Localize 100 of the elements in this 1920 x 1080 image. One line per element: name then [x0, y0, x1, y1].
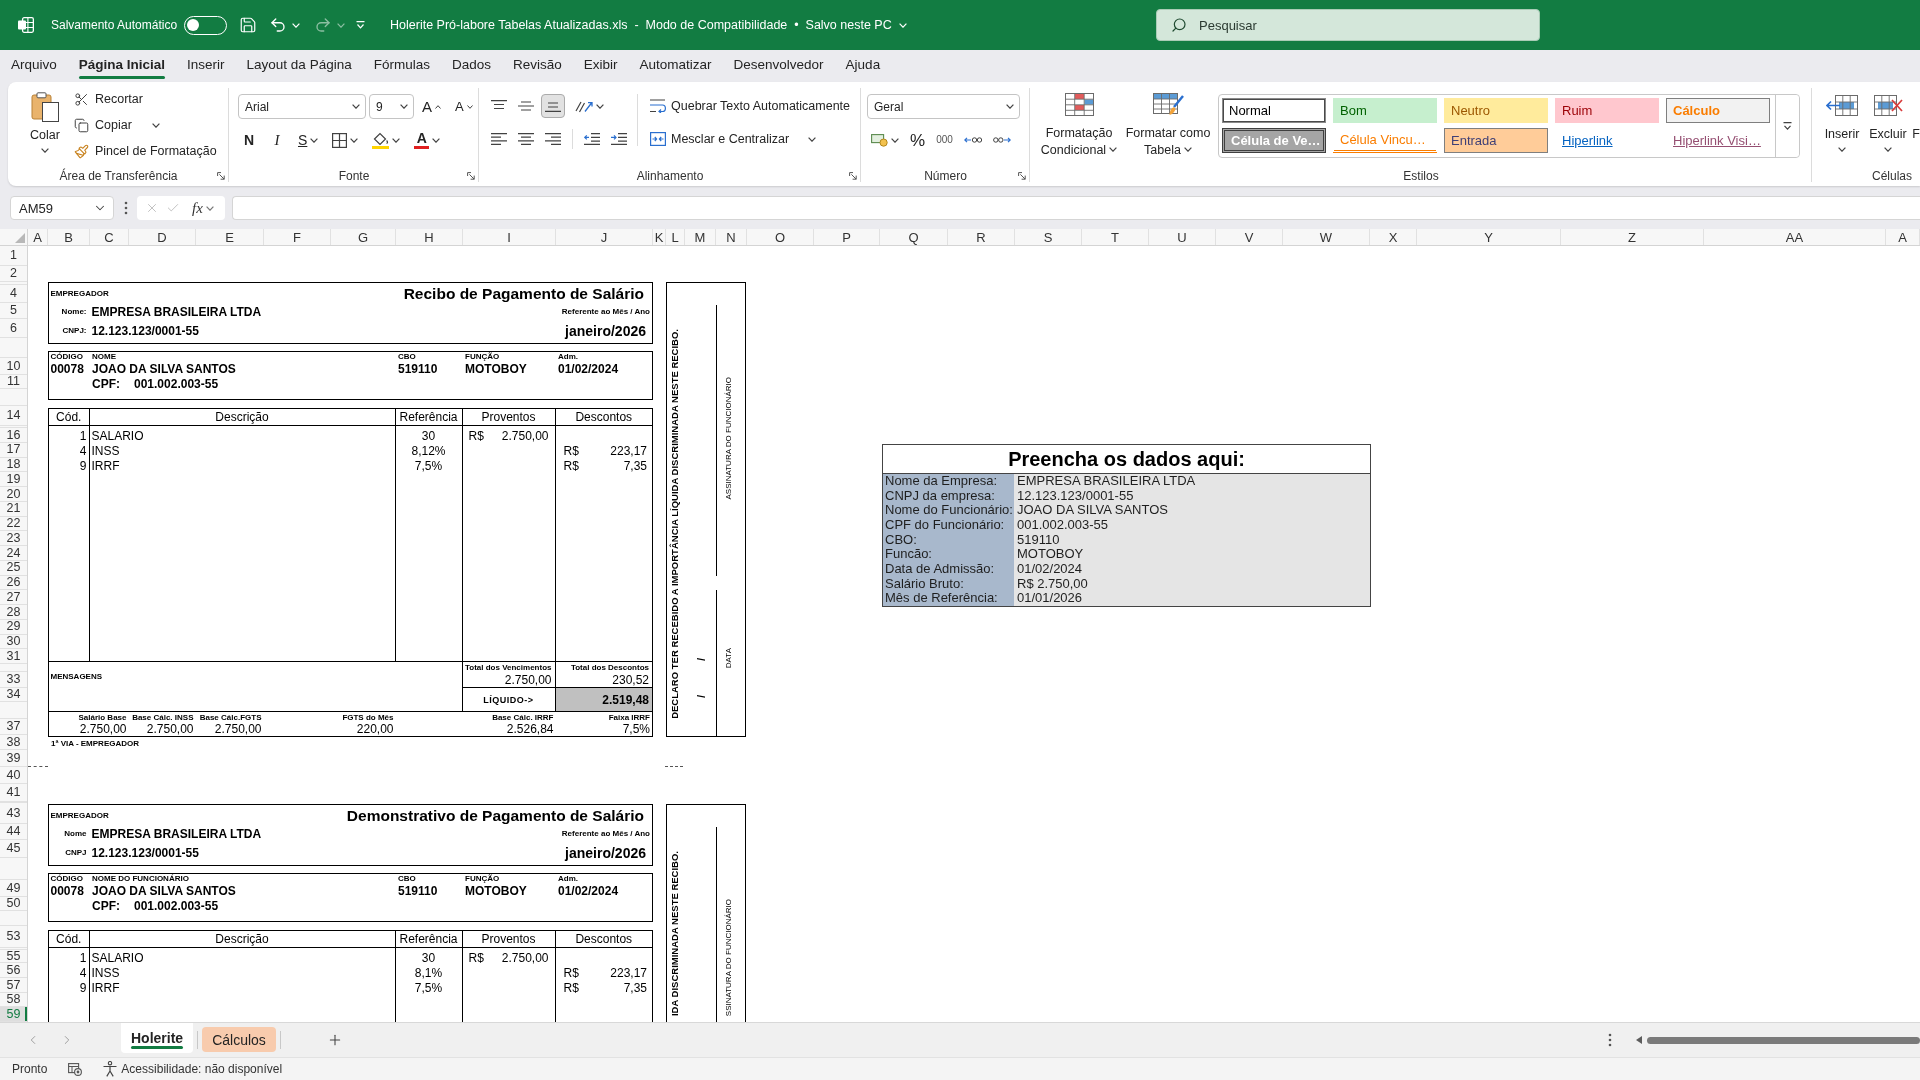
- menu-tab[interactable]: Página Inicial: [67, 50, 177, 81]
- column-header[interactable]: A: [1886, 229, 1920, 245]
- sheet-tab[interactable]: Holerite: [121, 1023, 194, 1053]
- row-header[interactable]: 49: [0, 880, 27, 897]
- bold-button[interactable]: N: [238, 128, 260, 152]
- menu-tab[interactable]: Fórmulas: [362, 50, 441, 81]
- menu-tab[interactable]: Ajuda: [834, 50, 892, 81]
- row-header[interactable]: 22: [0, 516, 27, 532]
- insert-function-button[interactable]: fx: [192, 199, 214, 217]
- menu-tab[interactable]: Inserir: [176, 50, 236, 81]
- row-header[interactable]: 56: [0, 963, 27, 978]
- menu-tab[interactable]: Dados: [440, 50, 502, 81]
- row-header[interactable]: 11: [0, 375, 27, 389]
- row-header[interactable]: 29: [0, 619, 27, 635]
- column-header[interactable]: L: [666, 229, 685, 245]
- conditional-formatting-button[interactable]: Formatação Condicional: [1040, 82, 1118, 158]
- sheet-tab[interactable]: Cálculos: [202, 1027, 276, 1052]
- vertical-align-button[interactable]: [541, 94, 565, 118]
- search-field[interactable]: Pesquisar: [1156, 9, 1540, 41]
- row-header[interactable]: 16: [0, 428, 27, 443]
- row-header[interactable]: 28: [0, 605, 27, 620]
- column-header[interactable]: U: [1149, 229, 1216, 245]
- save-icon[interactable]: [239, 16, 258, 34]
- percent-button[interactable]: %: [906, 128, 930, 152]
- cell-style-option[interactable]: Bom: [1333, 98, 1437, 123]
- wrap-text-button[interactable]: Quebrar Texto Automaticamente: [647, 94, 854, 118]
- underline-button[interactable]: S: [294, 128, 323, 152]
- format-painter-button[interactable]: Pincel de Formatação: [70, 138, 221, 164]
- row-header[interactable]: 34: [0, 688, 27, 702]
- row-header[interactable]: 45: [0, 840, 27, 858]
- row-header[interactable]: 1: [0, 246, 27, 266]
- dialog-launcher-icon[interactable]: [467, 172, 475, 180]
- menu-tab[interactable]: Desenvolvedor: [722, 50, 835, 81]
- cell-style-option[interactable]: Neutro: [1444, 98, 1548, 123]
- row-header[interactable]: 41: [0, 784, 27, 802]
- row-header[interactable]: 57: [0, 978, 27, 993]
- column-header[interactable]: O: [747, 229, 814, 245]
- name-box[interactable]: AM59: [10, 196, 114, 220]
- column-header[interactable]: B: [48, 229, 90, 245]
- row-header[interactable]: 40: [0, 767, 27, 784]
- row-header[interactable]: 44: [0, 824, 27, 840]
- row-header[interactable]: 55: [0, 950, 27, 963]
- row-header[interactable]: 23: [0, 531, 27, 546]
- dialog-launcher-icon[interactable]: [849, 172, 857, 180]
- row-header[interactable]: 43: [0, 803, 27, 824]
- column-header[interactable]: X: [1370, 229, 1417, 245]
- paste-button[interactable]: Colar: [24, 82, 66, 158]
- cut-button[interactable]: Recortar: [70, 86, 221, 112]
- row-header[interactable]: 53: [0, 926, 27, 948]
- column-header[interactable]: S: [1015, 229, 1082, 245]
- format-as-table-button[interactable]: Formatar como Tabela: [1125, 82, 1211, 158]
- column-header[interactable]: G: [331, 229, 396, 245]
- dialog-launcher-icon[interactable]: [1018, 172, 1026, 180]
- row-header[interactable]: 50: [0, 897, 27, 911]
- column-header[interactable]: M: [685, 229, 716, 245]
- row-header[interactable]: 2: [0, 266, 27, 282]
- grow-font-button[interactable]: A: [418, 94, 445, 119]
- row-header[interactable]: 31: [0, 649, 27, 664]
- thousands-separator-button[interactable]: 000: [932, 128, 957, 152]
- row-header[interactable]: 5: [0, 303, 27, 319]
- formula-input[interactable]: [232, 196, 1920, 220]
- row-header[interactable]: 20: [0, 487, 27, 502]
- font-name-dropdown[interactable]: Arial: [238, 94, 366, 119]
- font-size-dropdown[interactable]: 9: [369, 94, 414, 119]
- column-header[interactable]: Z: [1561, 229, 1704, 245]
- row-header[interactable]: 30: [0, 634, 27, 650]
- cell-style-option[interactable]: Ruim: [1555, 98, 1659, 123]
- row-header[interactable]: 33: [0, 672, 27, 688]
- delete-cells-button[interactable]: Excluir: [1866, 82, 1910, 157]
- shrink-font-button[interactable]: A: [451, 94, 477, 119]
- row-header[interactable]: 6: [0, 319, 27, 338]
- font-color-button[interactable]: A: [410, 128, 445, 152]
- undo-icon[interactable]: [269, 16, 288, 34]
- column-header[interactable]: N: [716, 229, 747, 245]
- column-header[interactable]: W: [1283, 229, 1370, 245]
- column-header[interactable]: P: [814, 229, 880, 245]
- column-header[interactable]: E: [196, 229, 264, 245]
- menu-tab[interactable]: Arquivo: [0, 50, 68, 81]
- customize-toolbar-icon[interactable]: [356, 21, 366, 29]
- column-header[interactable]: J: [556, 229, 653, 245]
- row-header[interactable]: 17: [0, 442, 27, 458]
- row-header[interactable]: 38: [0, 735, 27, 750]
- column-header[interactable]: K: [653, 229, 666, 245]
- row-header[interactable]: 24: [0, 546, 27, 561]
- menu-tab[interactable]: Revisão: [501, 50, 573, 81]
- row-header[interactable]: 19: [0, 472, 27, 487]
- row-header[interactable]: 10: [0, 358, 27, 375]
- row-header[interactable]: 39: [0, 750, 27, 767]
- scroll-left-icon[interactable]: [1636, 1036, 1642, 1044]
- macro-record-icon[interactable]: [68, 1062, 83, 1076]
- row-header[interactable]: 27: [0, 590, 27, 605]
- insert-cells-button[interactable]: Inserir: [1822, 82, 1862, 157]
- format-button[interactable]: F: [1912, 82, 1920, 142]
- column-header[interactable]: A: [28, 229, 48, 245]
- menu-tab[interactable]: Automatizar: [628, 50, 723, 81]
- scrollbar-thumb[interactable]: [1647, 1036, 1920, 1044]
- row-header[interactable]: 18: [0, 457, 27, 473]
- copy-button[interactable]: Copiar: [70, 112, 221, 138]
- italic-button[interactable]: I: [266, 128, 288, 152]
- column-header[interactable]: R: [948, 229, 1015, 245]
